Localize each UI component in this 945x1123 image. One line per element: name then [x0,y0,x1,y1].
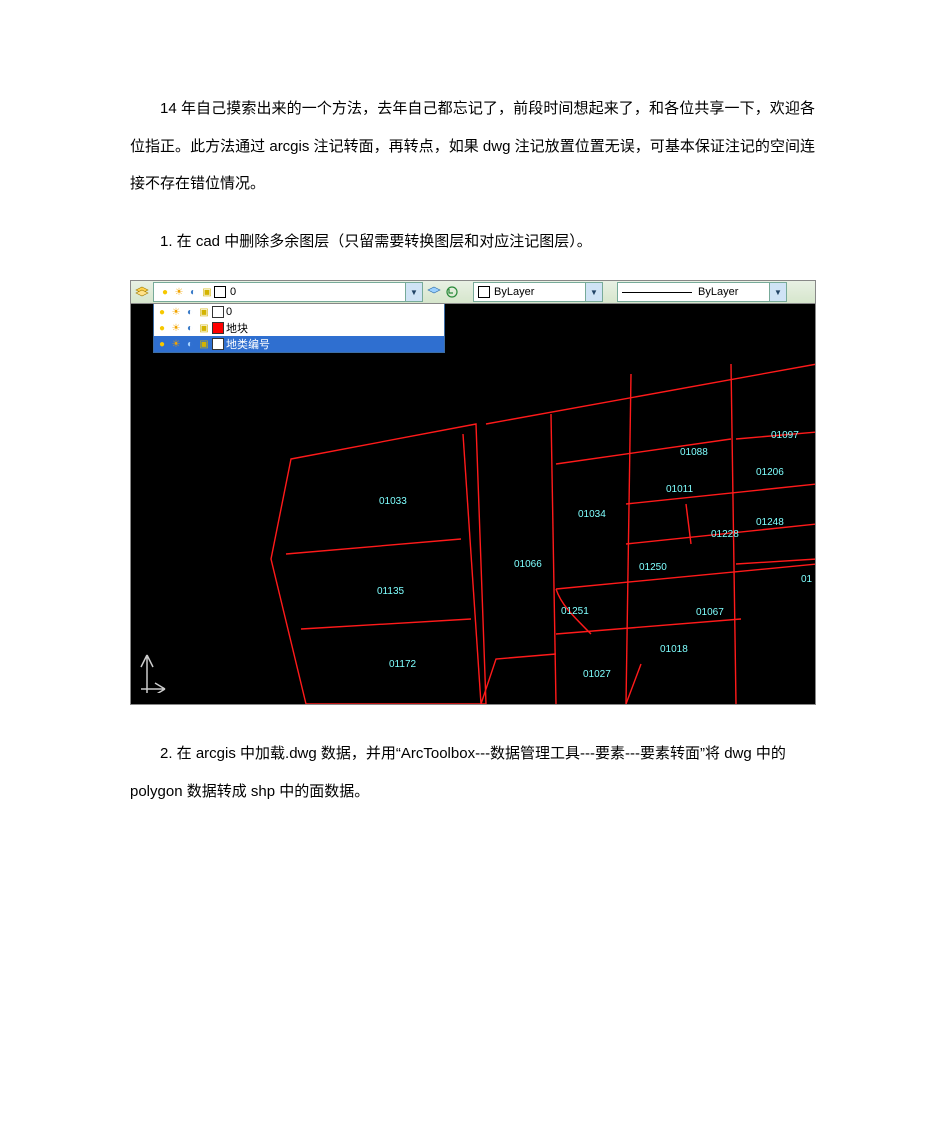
globe-icon: ◐ [186,285,200,299]
parcel-lines [131,304,815,704]
lock-icon: ▣ [200,285,214,299]
bulb-icon: ● [156,306,168,318]
lock-icon: ▣ [198,322,210,334]
sun-icon: ☀ [170,338,182,350]
parcel-label: 01034 [578,509,606,520]
linetype-preview [622,292,692,293]
globe-icon: ◐ [184,322,196,334]
cad-screenshot: ● ☀ ◐ ▣ 0 ▼ ByLayer ▼ [130,280,816,705]
linetype-label: ByLayer [698,286,738,298]
layer-states-icon[interactable] [427,285,441,299]
dropdown-arrow-icon[interactable]: ▼ [405,283,422,301]
layer-selector[interactable]: ● ☀ ◐ ▣ 0 ▼ [153,282,423,302]
layer-name: 地类编号 [226,336,270,352]
bulb-icon: ● [156,338,168,350]
dropdown-arrow-icon[interactable]: ▼ [585,283,602,301]
parcel-label: 01251 [561,606,589,617]
sun-icon: ☀ [172,285,186,299]
parcel-label: 01097 [771,430,799,441]
layer-row-2[interactable]: ● ☀ ◐ ▣ 地类编号 [154,336,444,352]
parcel-label: 01135 [377,586,404,597]
step-1: 1. 在 cad 中删除多余图层（只留需要转换图层和对应注记图层）。 [130,223,815,261]
document-page: 14 年自己摸索出来的一个方法，去年自己都忘记了，前段时间想起来了，和各位共享一… [0,0,945,890]
color-label: ByLayer [494,286,534,298]
ucs-icon [137,645,167,698]
parcel-label: 01018 [660,644,688,655]
cad-toolbar: ● ☀ ◐ ▣ 0 ▼ ByLayer ▼ [131,281,815,304]
color-swatch [478,286,490,298]
cad-canvas[interactable]: 01097 01088 01206 01011 01033 01034 0124… [131,304,815,704]
layer-dropdown-panel[interactable]: ● ☀ ◐ ▣ 0 ● ☀ ◐ ▣ 地块 ● ☀ [153,304,445,353]
lock-icon: ▣ [198,306,210,318]
bulb-icon: ● [156,322,168,334]
parcel-label: 01088 [680,447,708,458]
layer-manager-icon[interactable] [135,285,149,299]
parcel-label: 01172 [389,659,416,670]
parcel-label: 01027 [583,669,611,680]
current-layer-name: 0 [230,286,236,298]
linetype-selector[interactable]: ByLayer ▼ [617,282,787,302]
parcel-label: 01 [801,574,812,585]
layer-color-swatch [212,306,224,318]
sun-icon: ☀ [170,306,182,318]
intro-paragraph: 14 年自己摸索出来的一个方法，去年自己都忘记了，前段时间想起来了，和各位共享一… [130,90,815,203]
step-2: 2. 在 arcgis 中加载.dwg 数据，并用“ArcToolbox---数… [130,735,815,810]
color-selector[interactable]: ByLayer ▼ [473,282,603,302]
parcel-label: 01250 [639,562,667,573]
bulb-icon: ● [158,285,172,299]
parcel-label: 01033 [379,496,407,507]
layer-row-0[interactable]: ● ☀ ◐ ▣ 0 [154,304,444,320]
parcel-label: 01228 [711,529,739,540]
layer-name: 地块 [226,320,248,336]
sun-icon: ☀ [170,322,182,334]
layer-name: 0 [226,306,232,318]
layer-row-1[interactable]: ● ☀ ◐ ▣ 地块 [154,320,444,336]
parcel-label: 01248 [756,517,784,528]
parcel-label: 01011 [666,484,693,495]
dropdown-arrow-icon[interactable]: ▼ [769,283,786,301]
globe-icon: ◐ [184,306,196,318]
parcel-label: 01067 [696,607,724,618]
parcel-label: 01066 [514,559,542,570]
layer-color-swatch [212,322,224,334]
lock-icon: ▣ [198,338,210,350]
layer-color-swatch [214,286,226,298]
layer-previous-icon[interactable] [445,285,459,299]
globe-icon: ◐ [184,338,196,350]
parcel-label: 01206 [756,467,784,478]
layer-color-swatch [212,338,224,350]
